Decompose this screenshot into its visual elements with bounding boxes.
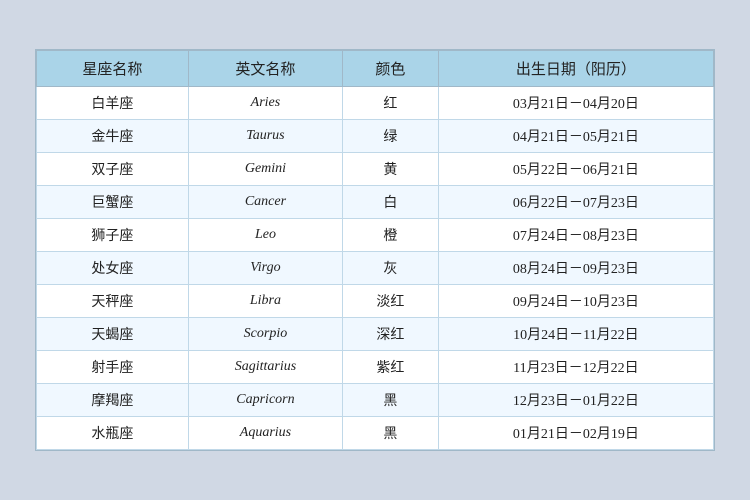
header-color: 颜色	[343, 51, 439, 87]
cell-english-name: Aquarius	[188, 417, 342, 450]
header-dates: 出生日期（阳历）	[438, 51, 713, 87]
cell-color: 橙	[343, 219, 439, 252]
table-row: 射手座Sagittarius紫红11月23日－12月22日	[37, 351, 714, 384]
cell-english-name: Gemini	[188, 153, 342, 186]
zodiac-table: 星座名称 英文名称 颜色 出生日期（阳历） 白羊座Aries红03月21日－04…	[36, 50, 714, 450]
cell-dates: 09月24日－10月23日	[438, 285, 713, 318]
cell-english-name: Taurus	[188, 120, 342, 153]
table-row: 处女座Virgo灰08月24日－09月23日	[37, 252, 714, 285]
cell-english-name: Leo	[188, 219, 342, 252]
cell-color: 淡红	[343, 285, 439, 318]
cell-chinese-name: 水瓶座	[37, 417, 189, 450]
cell-english-name: Aries	[188, 87, 342, 120]
cell-chinese-name: 巨蟹座	[37, 186, 189, 219]
table-row: 金牛座Taurus绿04月21日－05月21日	[37, 120, 714, 153]
cell-color: 黄	[343, 153, 439, 186]
cell-chinese-name: 天秤座	[37, 285, 189, 318]
cell-dates: 08月24日－09月23日	[438, 252, 713, 285]
cell-chinese-name: 双子座	[37, 153, 189, 186]
cell-color: 黑	[343, 417, 439, 450]
cell-english-name: Sagittarius	[188, 351, 342, 384]
table-row: 狮子座Leo橙07月24日－08月23日	[37, 219, 714, 252]
cell-chinese-name: 处女座	[37, 252, 189, 285]
cell-chinese-name: 天蝎座	[37, 318, 189, 351]
cell-color: 红	[343, 87, 439, 120]
cell-chinese-name: 金牛座	[37, 120, 189, 153]
header-english-name: 英文名称	[188, 51, 342, 87]
cell-color: 紫红	[343, 351, 439, 384]
cell-dates: 06月22日－07月23日	[438, 186, 713, 219]
cell-dates: 04月21日－05月21日	[438, 120, 713, 153]
cell-english-name: Virgo	[188, 252, 342, 285]
cell-color: 黑	[343, 384, 439, 417]
table-row: 天秤座Libra淡红09月24日－10月23日	[37, 285, 714, 318]
cell-dates: 01月21日－02月19日	[438, 417, 713, 450]
table-row: 巨蟹座Cancer白06月22日－07月23日	[37, 186, 714, 219]
cell-english-name: Capricorn	[188, 384, 342, 417]
table-row: 双子座Gemini黄05月22日－06月21日	[37, 153, 714, 186]
header-chinese-name: 星座名称	[37, 51, 189, 87]
cell-english-name: Cancer	[188, 186, 342, 219]
cell-color: 深红	[343, 318, 439, 351]
cell-dates: 10月24日－11月22日	[438, 318, 713, 351]
table-row: 天蝎座Scorpio深红10月24日－11月22日	[37, 318, 714, 351]
cell-dates: 05月22日－06月21日	[438, 153, 713, 186]
cell-color: 灰	[343, 252, 439, 285]
cell-english-name: Scorpio	[188, 318, 342, 351]
cell-dates: 12月23日－01月22日	[438, 384, 713, 417]
cell-dates: 03月21日－04月20日	[438, 87, 713, 120]
table-row: 摩羯座Capricorn黑12月23日－01月22日	[37, 384, 714, 417]
cell-chinese-name: 白羊座	[37, 87, 189, 120]
cell-chinese-name: 狮子座	[37, 219, 189, 252]
cell-color: 绿	[343, 120, 439, 153]
table-row: 白羊座Aries红03月21日－04月20日	[37, 87, 714, 120]
cell-english-name: Libra	[188, 285, 342, 318]
table-body: 白羊座Aries红03月21日－04月20日金牛座Taurus绿04月21日－0…	[37, 87, 714, 450]
cell-chinese-name: 摩羯座	[37, 384, 189, 417]
cell-dates: 11月23日－12月22日	[438, 351, 713, 384]
zodiac-table-wrapper: 星座名称 英文名称 颜色 出生日期（阳历） 白羊座Aries红03月21日－04…	[35, 49, 715, 451]
table-row: 水瓶座Aquarius黑01月21日－02月19日	[37, 417, 714, 450]
cell-chinese-name: 射手座	[37, 351, 189, 384]
cell-dates: 07月24日－08月23日	[438, 219, 713, 252]
cell-color: 白	[343, 186, 439, 219]
table-header-row: 星座名称 英文名称 颜色 出生日期（阳历）	[37, 51, 714, 87]
